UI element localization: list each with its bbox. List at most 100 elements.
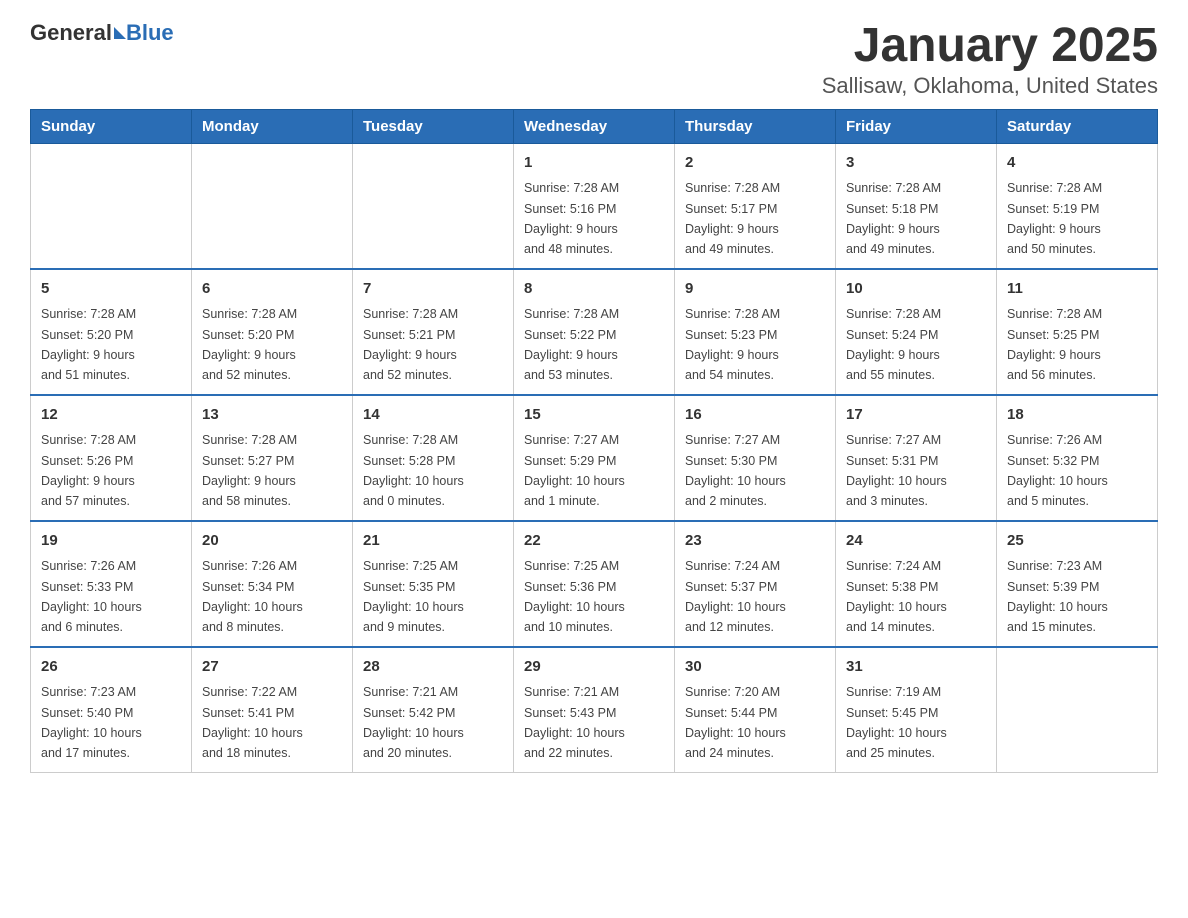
calendar-cell: 26 Sunrise: 7:23 AMSunset: 5:40 PMDayligh… <box>31 647 192 773</box>
day-info: Sunrise: 7:24 AMSunset: 5:37 PMDaylight:… <box>685 559 786 634</box>
calendar-cell: 15 Sunrise: 7:27 AMSunset: 5:29 PMDayligh… <box>514 395 675 521</box>
calendar-cell: 9 Sunrise: 7:28 AMSunset: 5:23 PMDaylight… <box>675 269 836 395</box>
calendar-cell: 14Sunrise: 7:28 AMSunset: 5:28 PMDayligh… <box>353 395 514 521</box>
day-info: Sunrise: 7:28 AMSunset: 5:24 PMDaylight:… <box>846 307 941 382</box>
day-number: 19 <box>41 530 181 553</box>
day-number: 9 <box>685 278 825 301</box>
calendar-cell: 11Sunrise: 7:28 AMSunset: 5:25 PMDayligh… <box>997 269 1158 395</box>
calendar-week-row: 5 Sunrise: 7:28 AMSunset: 5:20 PMDaylight… <box>31 269 1158 395</box>
day-header-sunday: Sunday <box>31 109 192 143</box>
calendar-cell: 7Sunrise: 7:28 AMSunset: 5:21 PMDaylight… <box>353 269 514 395</box>
calendar-week-row: 12 Sunrise: 7:28 AMSunset: 5:26 PMDayligh… <box>31 395 1158 521</box>
calendar-cell: 20 Sunrise: 7:26 AMSunset: 5:34 PMDayligh… <box>192 521 353 647</box>
day-number: 2 <box>685 152 825 175</box>
calendar-cell: 5 Sunrise: 7:28 AMSunset: 5:20 PMDaylight… <box>31 269 192 395</box>
day-header-thursday: Thursday <box>675 109 836 143</box>
day-info: Sunrise: 7:28 AMSunset: 5:25 PMDaylight:… <box>1007 307 1102 382</box>
day-number: 25 <box>1007 530 1147 553</box>
day-info: Sunrise: 7:28 AMSunset: 5:28 PMDaylight:… <box>363 433 464 508</box>
page-header: General Blue January 2025 Sallisaw, Okla… <box>30 20 1158 99</box>
day-info: Sunrise: 7:23 AMSunset: 5:39 PMDaylight:… <box>1007 559 1108 634</box>
calendar-cell: 19 Sunrise: 7:26 AMSunset: 5:33 PMDayligh… <box>31 521 192 647</box>
calendar-cell: 23Sunrise: 7:24 AMSunset: 5:37 PMDayligh… <box>675 521 836 647</box>
calendar-cell <box>31 143 192 269</box>
day-number: 8 <box>524 278 664 301</box>
day-info: Sunrise: 7:26 AMSunset: 5:34 PMDaylight:… <box>202 559 303 634</box>
day-info: Sunrise: 7:23 AMSunset: 5:40 PMDaylight:… <box>41 685 142 760</box>
day-info: Sunrise: 7:28 AMSunset: 5:23 PMDaylight:… <box>685 307 780 382</box>
day-info: Sunrise: 7:26 AMSunset: 5:33 PMDaylight:… <box>41 559 142 634</box>
day-number: 16 <box>685 404 825 427</box>
day-header-wednesday: Wednesday <box>514 109 675 143</box>
day-number: 5 <box>41 278 181 301</box>
calendar-cell: 16Sunrise: 7:27 AMSunset: 5:30 PMDayligh… <box>675 395 836 521</box>
day-info: Sunrise: 7:21 AMSunset: 5:42 PMDaylight:… <box>363 685 464 760</box>
calendar-cell: 24Sunrise: 7:24 AMSunset: 5:38 PMDayligh… <box>836 521 997 647</box>
day-number: 21 <box>363 530 503 553</box>
day-number: 30 <box>685 656 825 679</box>
day-info: Sunrise: 7:20 AMSunset: 5:44 PMDaylight:… <box>685 685 786 760</box>
calendar-cell: 31 Sunrise: 7:19 AMSunset: 5:45 PMDayligh… <box>836 647 997 773</box>
calendar-cell: 18 Sunrise: 7:26 AMSunset: 5:32 PMDayligh… <box>997 395 1158 521</box>
calendar-subtitle: Sallisaw, Oklahoma, United States <box>822 73 1158 99</box>
day-info: Sunrise: 7:22 AMSunset: 5:41 PMDaylight:… <box>202 685 303 760</box>
day-info: Sunrise: 7:28 AMSunset: 5:20 PMDaylight:… <box>41 307 136 382</box>
day-number: 12 <box>41 404 181 427</box>
calendar-header-row: SundayMondayTuesdayWednesdayThursdayFrid… <box>31 109 1158 143</box>
day-number: 17 <box>846 404 986 427</box>
calendar-cell: 10 Sunrise: 7:28 AMSunset: 5:24 PMDayligh… <box>836 269 997 395</box>
calendar-cell: 25 Sunrise: 7:23 AMSunset: 5:39 PMDayligh… <box>997 521 1158 647</box>
day-number: 10 <box>846 278 986 301</box>
calendar-cell: 22 Sunrise: 7:25 AMSunset: 5:36 PMDayligh… <box>514 521 675 647</box>
day-info: Sunrise: 7:28 AMSunset: 5:17 PMDaylight:… <box>685 181 780 256</box>
day-number: 18 <box>1007 404 1147 427</box>
day-info: Sunrise: 7:21 AMSunset: 5:43 PMDaylight:… <box>524 685 625 760</box>
calendar-cell <box>997 647 1158 773</box>
day-info: Sunrise: 7:27 AMSunset: 5:29 PMDaylight:… <box>524 433 625 508</box>
day-info: Sunrise: 7:28 AMSunset: 5:19 PMDaylight:… <box>1007 181 1102 256</box>
day-info: Sunrise: 7:26 AMSunset: 5:32 PMDaylight:… <box>1007 433 1108 508</box>
calendar-cell: 4Sunrise: 7:28 AMSunset: 5:19 PMDaylight… <box>997 143 1158 269</box>
calendar-cell: 1Sunrise: 7:28 AMSunset: 5:16 PMDaylight… <box>514 143 675 269</box>
calendar-cell: 2 Sunrise: 7:28 AMSunset: 5:17 PMDaylight… <box>675 143 836 269</box>
day-number: 26 <box>41 656 181 679</box>
calendar-cell: 12 Sunrise: 7:28 AMSunset: 5:26 PMDayligh… <box>31 395 192 521</box>
day-number: 7 <box>363 278 503 301</box>
day-number: 13 <box>202 404 342 427</box>
day-info: Sunrise: 7:28 AMSunset: 5:16 PMDaylight:… <box>524 181 619 256</box>
day-number: 27 <box>202 656 342 679</box>
calendar-cell: 21 Sunrise: 7:25 AMSunset: 5:35 PMDayligh… <box>353 521 514 647</box>
day-number: 6 <box>202 278 342 301</box>
calendar-cell <box>353 143 514 269</box>
calendar-cell: 3Sunrise: 7:28 AMSunset: 5:18 PMDaylight… <box>836 143 997 269</box>
calendar-table: SundayMondayTuesdayWednesdayThursdayFrid… <box>30 109 1158 773</box>
calendar-cell: 8 Sunrise: 7:28 AMSunset: 5:22 PMDaylight… <box>514 269 675 395</box>
day-header-saturday: Saturday <box>997 109 1158 143</box>
day-header-friday: Friday <box>836 109 997 143</box>
logo-blue-text: Blue <box>126 20 174 46</box>
calendar-cell: 27 Sunrise: 7:22 AMSunset: 5:41 PMDayligh… <box>192 647 353 773</box>
calendar-cell: 28Sunrise: 7:21 AMSunset: 5:42 PMDayligh… <box>353 647 514 773</box>
day-info: Sunrise: 7:28 AMSunset: 5:26 PMDaylight:… <box>41 433 136 508</box>
day-number: 20 <box>202 530 342 553</box>
day-info: Sunrise: 7:24 AMSunset: 5:38 PMDaylight:… <box>846 559 947 634</box>
calendar-cell: 17 Sunrise: 7:27 AMSunset: 5:31 PMDayligh… <box>836 395 997 521</box>
calendar-week-row: 26 Sunrise: 7:23 AMSunset: 5:40 PMDayligh… <box>31 647 1158 773</box>
calendar-title: January 2025 <box>822 20 1158 73</box>
day-info: Sunrise: 7:28 AMSunset: 5:27 PMDaylight:… <box>202 433 297 508</box>
logo: General Blue <box>30 20 174 46</box>
day-header-tuesday: Tuesday <box>353 109 514 143</box>
day-info: Sunrise: 7:28 AMSunset: 5:22 PMDaylight:… <box>524 307 619 382</box>
title-block: January 2025 Sallisaw, Oklahoma, United … <box>822 20 1158 99</box>
day-info: Sunrise: 7:25 AMSunset: 5:36 PMDaylight:… <box>524 559 625 634</box>
day-info: Sunrise: 7:19 AMSunset: 5:45 PMDaylight:… <box>846 685 947 760</box>
calendar-cell: 6Sunrise: 7:28 AMSunset: 5:20 PMDaylight… <box>192 269 353 395</box>
day-number: 15 <box>524 404 664 427</box>
calendar-week-row: 1Sunrise: 7:28 AMSunset: 5:16 PMDaylight… <box>31 143 1158 269</box>
calendar-cell: 29Sunrise: 7:21 AMSunset: 5:43 PMDayligh… <box>514 647 675 773</box>
day-info: Sunrise: 7:27 AMSunset: 5:31 PMDaylight:… <box>846 433 947 508</box>
day-info: Sunrise: 7:25 AMSunset: 5:35 PMDaylight:… <box>363 559 464 634</box>
day-number: 31 <box>846 656 986 679</box>
day-number: 22 <box>524 530 664 553</box>
calendar-cell: 30 Sunrise: 7:20 AMSunset: 5:44 PMDayligh… <box>675 647 836 773</box>
